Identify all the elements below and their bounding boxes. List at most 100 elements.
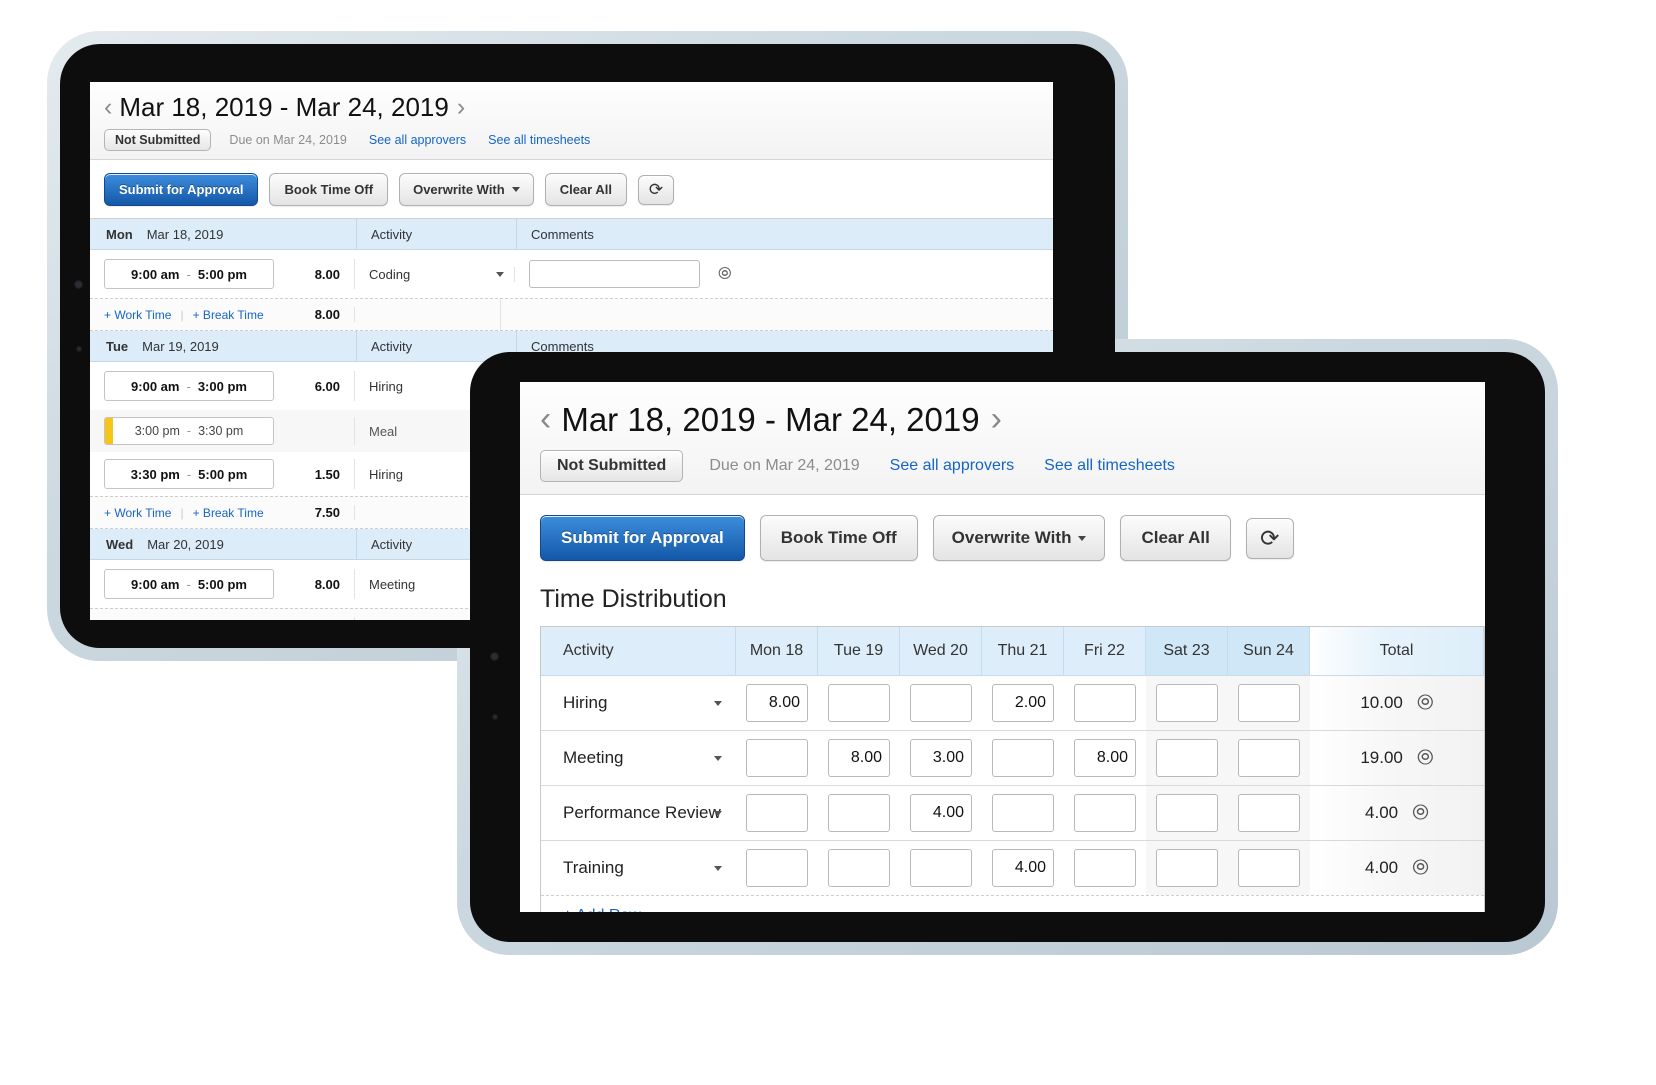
add-row-link[interactable]: + Add Row <box>541 907 641 912</box>
see-all-timesheets-link[interactable]: See all timesheets <box>488 133 590 147</box>
see-all-timesheets-link[interactable]: See all timesheets <box>1044 457 1175 475</box>
hours-input[interactable] <box>1074 684 1136 722</box>
hours-input[interactable]: 8.00 <box>746 684 808 722</box>
time-distribution-table: Activity Mon 18 Tue 19 Wed 20 Thu 21 Fri… <box>540 626 1485 912</box>
entry-hours: 8.00 <box>314 266 340 282</box>
activity-select[interactable]: Meeting <box>541 731 736 785</box>
add-work-time-link[interactable]: + Work Time <box>104 618 171 621</box>
entry-hours: 8.00 <box>314 576 340 592</box>
hours-input[interactable] <box>1156 849 1218 887</box>
hours-cell-wed <box>900 841 982 895</box>
hours-input[interactable]: 4.00 <box>910 794 972 832</box>
day-of-week: Wed <box>106 536 134 552</box>
see-all-approvers-link[interactable]: See all approvers <box>890 457 1015 475</box>
time-range-input[interactable]: 9:00 am - 5:00 pm <box>104 569 274 599</box>
time-range-input[interactable]: 9:00 am - 5:00 pm <box>104 259 274 289</box>
book-time-off-button[interactable]: Book Time Off <box>269 173 389 206</box>
chevron-right-icon[interactable]: › <box>457 93 465 122</box>
hours-input[interactable] <box>1238 849 1300 887</box>
hours-input[interactable] <box>828 849 890 887</box>
time-dash: - <box>186 576 191 592</box>
hours-cell-fri <box>1064 786 1146 840</box>
scene: ‹ Mar 18, 2019 - Mar 24, 2019 › Not Subm… <box>0 0 1656 1085</box>
hours-input[interactable]: 8.00 <box>1074 739 1136 777</box>
add-break-time-link[interactable]: + Break Time <box>193 308 264 322</box>
book-time-off-button[interactable]: Book Time Off <box>759 515 918 561</box>
row-total-value: 4.00 <box>1365 803 1399 822</box>
hours-input[interactable] <box>992 739 1054 777</box>
hours-input[interactable] <box>1156 739 1218 777</box>
hours-input[interactable]: 8.00 <box>828 739 890 777</box>
day-date: Mar 19, 2019 <box>142 338 219 354</box>
overwrite-with-dropdown[interactable]: Overwrite With <box>399 173 534 206</box>
submit-for-approval-button[interactable]: Submit for Approval <box>540 515 745 561</box>
column-comments: Comments <box>531 226 594 242</box>
front-timesheet-app: ‹ Mar 18, 2019 - Mar 24, 2019 › Not Subm… <box>520 382 1485 912</box>
hours-input[interactable] <box>1238 794 1300 832</box>
activity-select[interactable]: Performance Review <box>541 786 736 840</box>
delete-circle-icon[interactable]: ⦾ <box>718 264 732 284</box>
time-dash: - <box>186 466 192 482</box>
divider: | <box>180 618 183 621</box>
delete-circle-icon[interactable]: ⦾ <box>1417 691 1434 715</box>
hours-input[interactable]: 4.00 <box>992 849 1054 887</box>
clear-all-button[interactable]: Clear All <box>544 173 627 206</box>
hours-input[interactable] <box>828 684 890 722</box>
overwrite-with-dropdown[interactable]: Overwrite With <box>932 515 1106 561</box>
hours-cell-sun <box>1228 841 1310 895</box>
hours-input[interactable]: 3.00 <box>910 739 972 777</box>
hours-input[interactable] <box>910 684 972 722</box>
add-break-time-link[interactable]: + Break Time <box>193 506 264 520</box>
time-range-input[interactable]: 3:30 pm - 5:00 pm <box>104 459 274 489</box>
status-badge: Not Submitted <box>540 450 684 482</box>
hours-input[interactable] <box>746 739 808 777</box>
add-work-time-link[interactable]: + Work Time <box>104 506 171 520</box>
hours-input[interactable] <box>1156 794 1218 832</box>
delete-circle-icon[interactable]: ⦾ <box>1412 856 1429 880</box>
column-header-sat: Sat 23 <box>1146 627 1228 675</box>
time-range-input[interactable]: 9:00 am - 3:00 pm <box>104 371 274 401</box>
hours-input[interactable] <box>910 849 972 887</box>
hours-cell-tue: 8.00 <box>818 731 900 785</box>
refresh-icon[interactable]: ⟳ <box>1245 517 1294 559</box>
hours-input[interactable] <box>1074 849 1136 887</box>
chevron-left-icon[interactable]: ‹ <box>540 400 551 439</box>
meal-time-range-input[interactable]: 3:00 pm - 3:30 pm <box>104 417 274 445</box>
chevron-left-icon[interactable]: ‹ <box>104 93 112 122</box>
activity-select[interactable]: Training <box>541 841 736 895</box>
front-tablet-camera <box>490 652 499 661</box>
chevron-down-icon[interactable] <box>496 271 504 277</box>
delete-circle-icon[interactable]: ⦾ <box>1417 746 1434 770</box>
time-dash: - <box>186 378 191 394</box>
start-time: 3:00 pm <box>134 424 180 438</box>
hours-input[interactable] <box>828 794 890 832</box>
activity-select[interactable]: Hiring <box>541 676 736 730</box>
delete-circle-icon[interactable]: ⦾ <box>1412 801 1429 825</box>
due-date-label: Due on Mar 24, 2019 <box>229 133 347 147</box>
hours-input[interactable] <box>1156 684 1218 722</box>
hours-input[interactable] <box>1074 794 1136 832</box>
hours-cell-sat <box>1146 676 1228 730</box>
hours-cell-thu: 2.00 <box>982 676 1064 730</box>
row-total-cell: 19.00 ⦾ <box>1310 731 1484 785</box>
hours-input[interactable] <box>1238 684 1300 722</box>
hours-input[interactable] <box>746 794 808 832</box>
clear-all-button[interactable]: Clear All <box>1120 515 1231 561</box>
start-time: 9:00 am <box>131 266 180 282</box>
hours-input[interactable] <box>746 849 808 887</box>
day-of-week: Mon <box>106 226 133 242</box>
refresh-icon[interactable]: ⟳ <box>637 174 674 205</box>
hours-input[interactable]: 2.00 <box>992 684 1054 722</box>
hours-input[interactable] <box>992 794 1054 832</box>
chevron-right-icon[interactable]: › <box>991 400 1002 439</box>
see-all-approvers-link[interactable]: See all approvers <box>369 133 466 147</box>
submit-for-approval-button[interactable]: Submit for Approval <box>104 173 259 206</box>
hours-cell-sun <box>1228 731 1310 785</box>
hours-cell-sun <box>1228 786 1310 840</box>
add-work-time-link[interactable]: + Work Time <box>104 308 171 322</box>
add-break-time-link[interactable]: + Break Time <box>193 618 264 621</box>
row-total-value: 10.00 <box>1360 693 1403 712</box>
hours-input[interactable] <box>1238 739 1300 777</box>
comments-input[interactable] <box>529 260 700 288</box>
hours-cell-thu <box>982 731 1064 785</box>
